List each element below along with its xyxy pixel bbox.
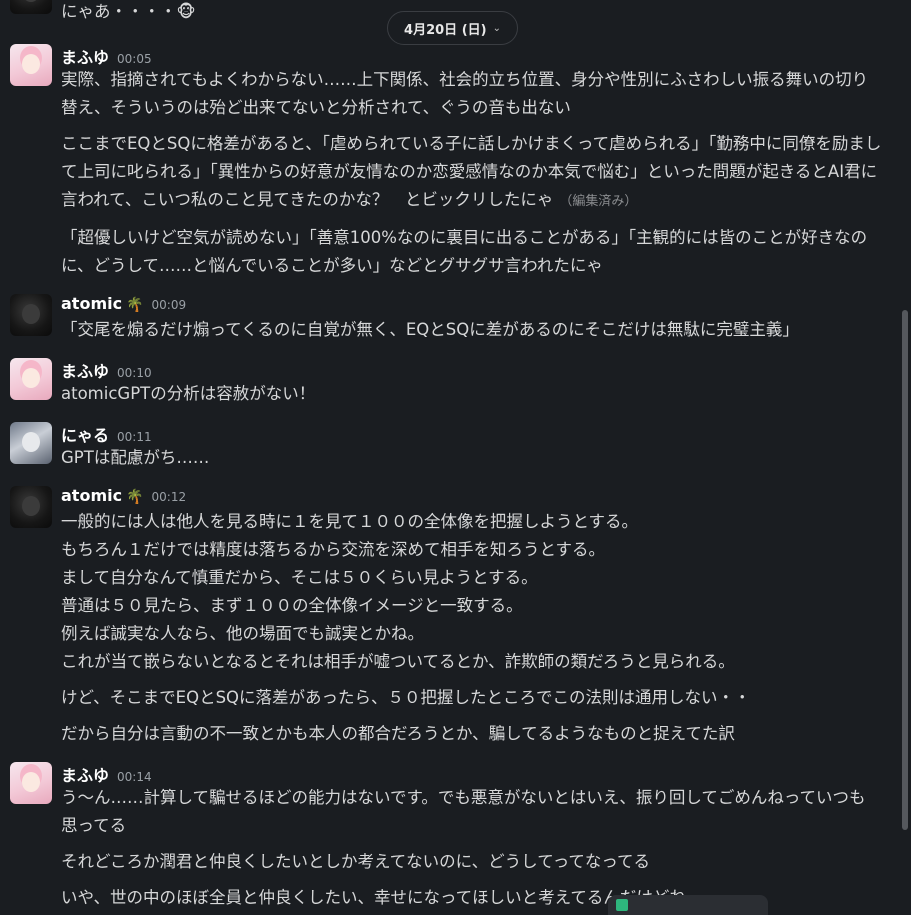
date-divider-label: 4月20日 (日) (404, 22, 487, 38)
timestamp[interactable]: 00:09 (152, 298, 187, 312)
message: まふゆ 00:14 う〜ん……計算して騙せるほどの能力はないです。でも悪意がない… (0, 762, 896, 912)
palm-tree-icon: 🌴 (126, 489, 144, 505)
avatar[interactable] (10, 486, 52, 528)
message-text-body: ここまでEQとSQに格差があると、「虐められている子に話しかけまくって虐められる… (61, 134, 882, 209)
user-name[interactable]: まふゆ (61, 44, 109, 68)
user-name[interactable]: まふゆ (61, 358, 109, 382)
timestamp[interactable]: 00:12 (152, 490, 187, 504)
chevron-down-icon: ⌄ (492, 22, 501, 34)
message: まふゆ 00:10 atomicGPTの分析は容赦がない！ (0, 358, 896, 408)
avatar[interactable] (10, 44, 52, 86)
message-text: 「超優しいけど空気が読めない」「善意100%なのに裏目に出ることがある」「主観的… (61, 228, 868, 275)
scrollbar-thumb[interactable] (902, 310, 908, 830)
scrollbar[interactable] (897, 0, 911, 911)
timestamp[interactable]: 00:11 (117, 430, 152, 444)
message-text: それどころか潤君と仲良くしたいとしか考えてないのに、どうしてってなってる (61, 852, 651, 871)
avatar[interactable] (10, 0, 52, 14)
avatar[interactable] (10, 762, 52, 804)
message-text: 実際、指摘されてもよくわからない……上下関係、社会的立ち位置、身分や性別にふさわ… (61, 70, 869, 117)
message-text: atomicGPTの分析は容赦がない！ (61, 384, 316, 403)
message-text: GPTは配慮がち…… (61, 448, 210, 467)
date-divider-button[interactable]: 4月20日 (日) ⌄ (387, 11, 518, 45)
message-text: 一般的には人は他人を見る時に１を見て１００の全体像を把握しようとする。 もちろん… (61, 512, 735, 671)
palm-tree-icon: 🌴 (126, 297, 144, 313)
user-name[interactable]: まふゆ (61, 762, 109, 786)
message-text: だから自分は言動の不一致とかも本人の都合だろうとか、騙してるようなものと捉えてた… (61, 724, 735, 743)
message-text: けど、そこまでEQとSQに落差があったら、５０把握したところでこの法則は通用しな… (61, 688, 751, 707)
user-name[interactable]: atomic (61, 486, 122, 505)
message-text: 「交尾を煽るだけ煽ってくるのに自覚が無く、EQとSQに差があるのにそこだけは無駄… (61, 320, 799, 339)
avatar[interactable] (10, 294, 52, 336)
message-text: う〜ん……計算して騙せるほどの能力はないです。でも悪意がないとはいえ、振り回して… (61, 788, 866, 835)
message-text: ここまでEQとSQに格差があると、「虐められている子に話しかけまくって虐められる… (61, 130, 882, 216)
floating-toolbar-chip[interactable] (608, 895, 768, 915)
message: atomic 🌴 00:09 「交尾を煽るだけ煽ってくるのに自覚が無く、EQとS… (0, 294, 896, 344)
avatar[interactable] (10, 422, 52, 464)
status-icon (616, 899, 628, 911)
timestamp[interactable]: 00:14 (117, 770, 152, 784)
timestamp[interactable]: 00:05 (117, 52, 152, 66)
message: atomic 🌴 00:12 一般的には人は他人を見る時に１を見て１００の全体像… (0, 486, 896, 748)
user-name[interactable]: atomic (61, 294, 122, 313)
edited-label: （編集済み） (559, 194, 638, 209)
message: まふゆ 00:05 実際、指摘されてもよくわからない……上下関係、社会的立ち位置… (0, 44, 896, 280)
message: にゃる 00:11 GPTは配慮がち…… (0, 422, 896, 472)
message-list: にゃあ・・・・🐵 まふゆ 00:05 実際、指摘されてもよくわからない……上下関… (0, 0, 896, 912)
user-name[interactable]: にゃる (61, 422, 109, 446)
timestamp[interactable]: 00:10 (117, 366, 152, 380)
avatar[interactable] (10, 358, 52, 400)
